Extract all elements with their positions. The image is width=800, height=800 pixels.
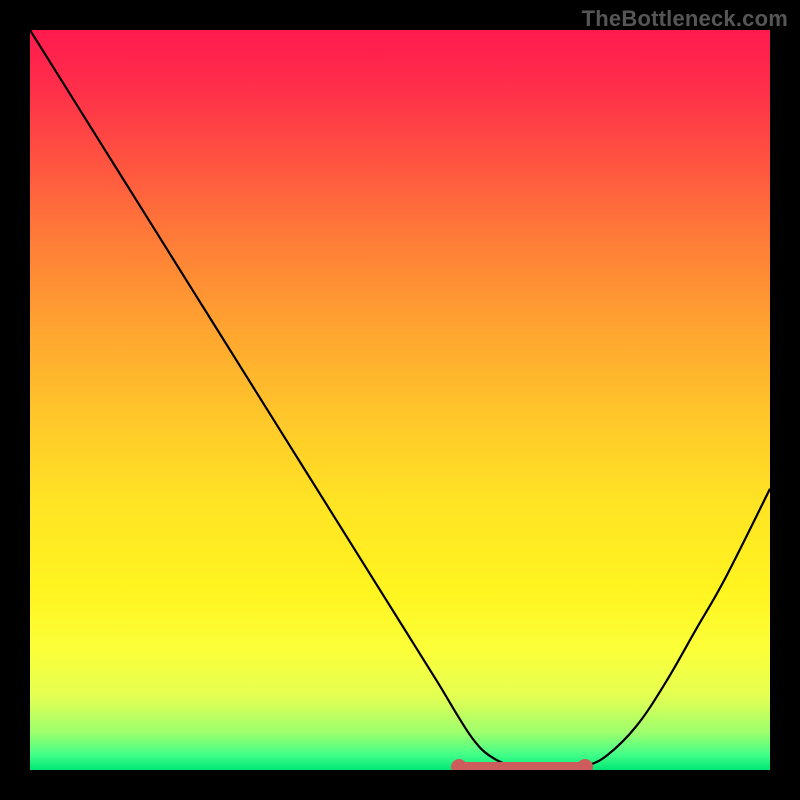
marker-point-left: [451, 759, 467, 770]
bottleneck-curve: [30, 30, 770, 770]
chart-container: TheBottleneck.com: [0, 0, 800, 800]
watermark-text: TheBottleneck.com: [582, 6, 788, 32]
marker-point-right: [577, 759, 593, 770]
marker-connector: [459, 762, 585, 770]
curve-svg: [30, 30, 770, 770]
plot-area: [30, 30, 770, 770]
